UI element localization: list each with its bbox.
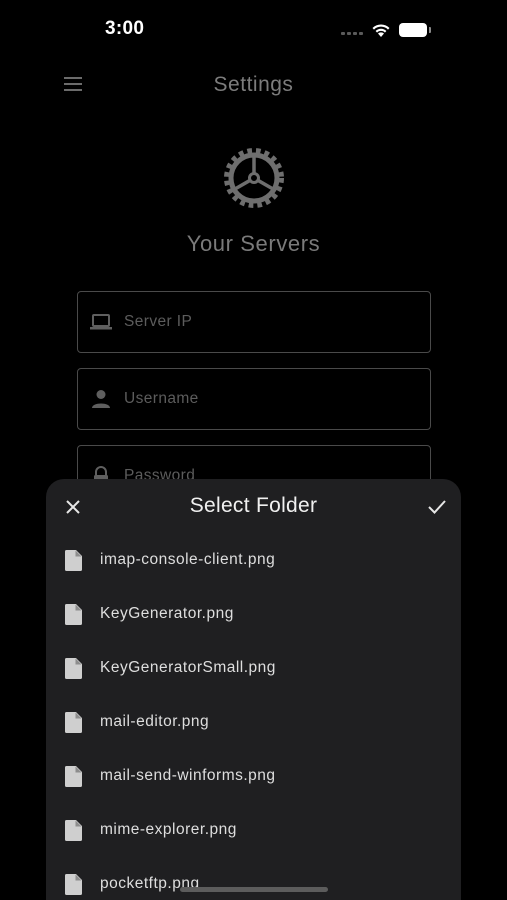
server-ip-placeholder: Server IP [124,313,193,330]
laptop-icon [90,314,112,330]
select-folder-sheet: Select Folder imap-console-client.png Ke… [46,479,461,900]
file-item[interactable]: KeyGenerator.png [46,587,461,641]
file-name: mail-send-winforms.png [100,767,276,784]
file-item[interactable]: imap-console-client.png [46,533,461,587]
file-item[interactable]: pocketftp.png [46,857,461,900]
file-name: imap-console-client.png [100,551,276,568]
file-list: imap-console-client.png KeyGenerator.png… [46,533,461,900]
file-item[interactable]: mime-explorer.png [46,803,461,857]
file-icon [65,550,82,571]
username-field[interactable]: Username [77,368,431,430]
file-icon [65,604,82,625]
screen: 3:00 Settings Your Servers Server IP Use… [0,0,507,900]
checkmark-icon[interactable] [426,497,448,517]
file-item[interactable]: mail-send-winforms.png [46,749,461,803]
file-item[interactable]: mail-editor.png [46,695,461,749]
file-name: KeyGeneratorSmall.png [100,659,276,676]
file-icon [65,712,82,733]
section-title: Your Servers [186,231,321,256]
gear-icon [224,148,284,208]
file-name: mime-explorer.png [100,821,237,838]
home-indicator[interactable] [180,887,328,892]
file-icon [65,874,82,895]
file-name: mail-editor.png [100,713,210,730]
sheet-title: Select Folder [189,494,318,517]
file-name: KeyGenerator.png [100,605,234,622]
sheet-header: Select Folder [46,479,461,535]
file-item[interactable]: KeyGeneratorSmall.png [46,641,461,695]
server-ip-field[interactable]: Server IP [77,291,431,353]
file-icon [65,766,82,787]
person-icon [92,390,110,408]
username-placeholder: Username [124,390,199,407]
page-title: Settings [213,73,294,96]
file-icon [65,820,82,841]
file-icon [65,658,82,679]
